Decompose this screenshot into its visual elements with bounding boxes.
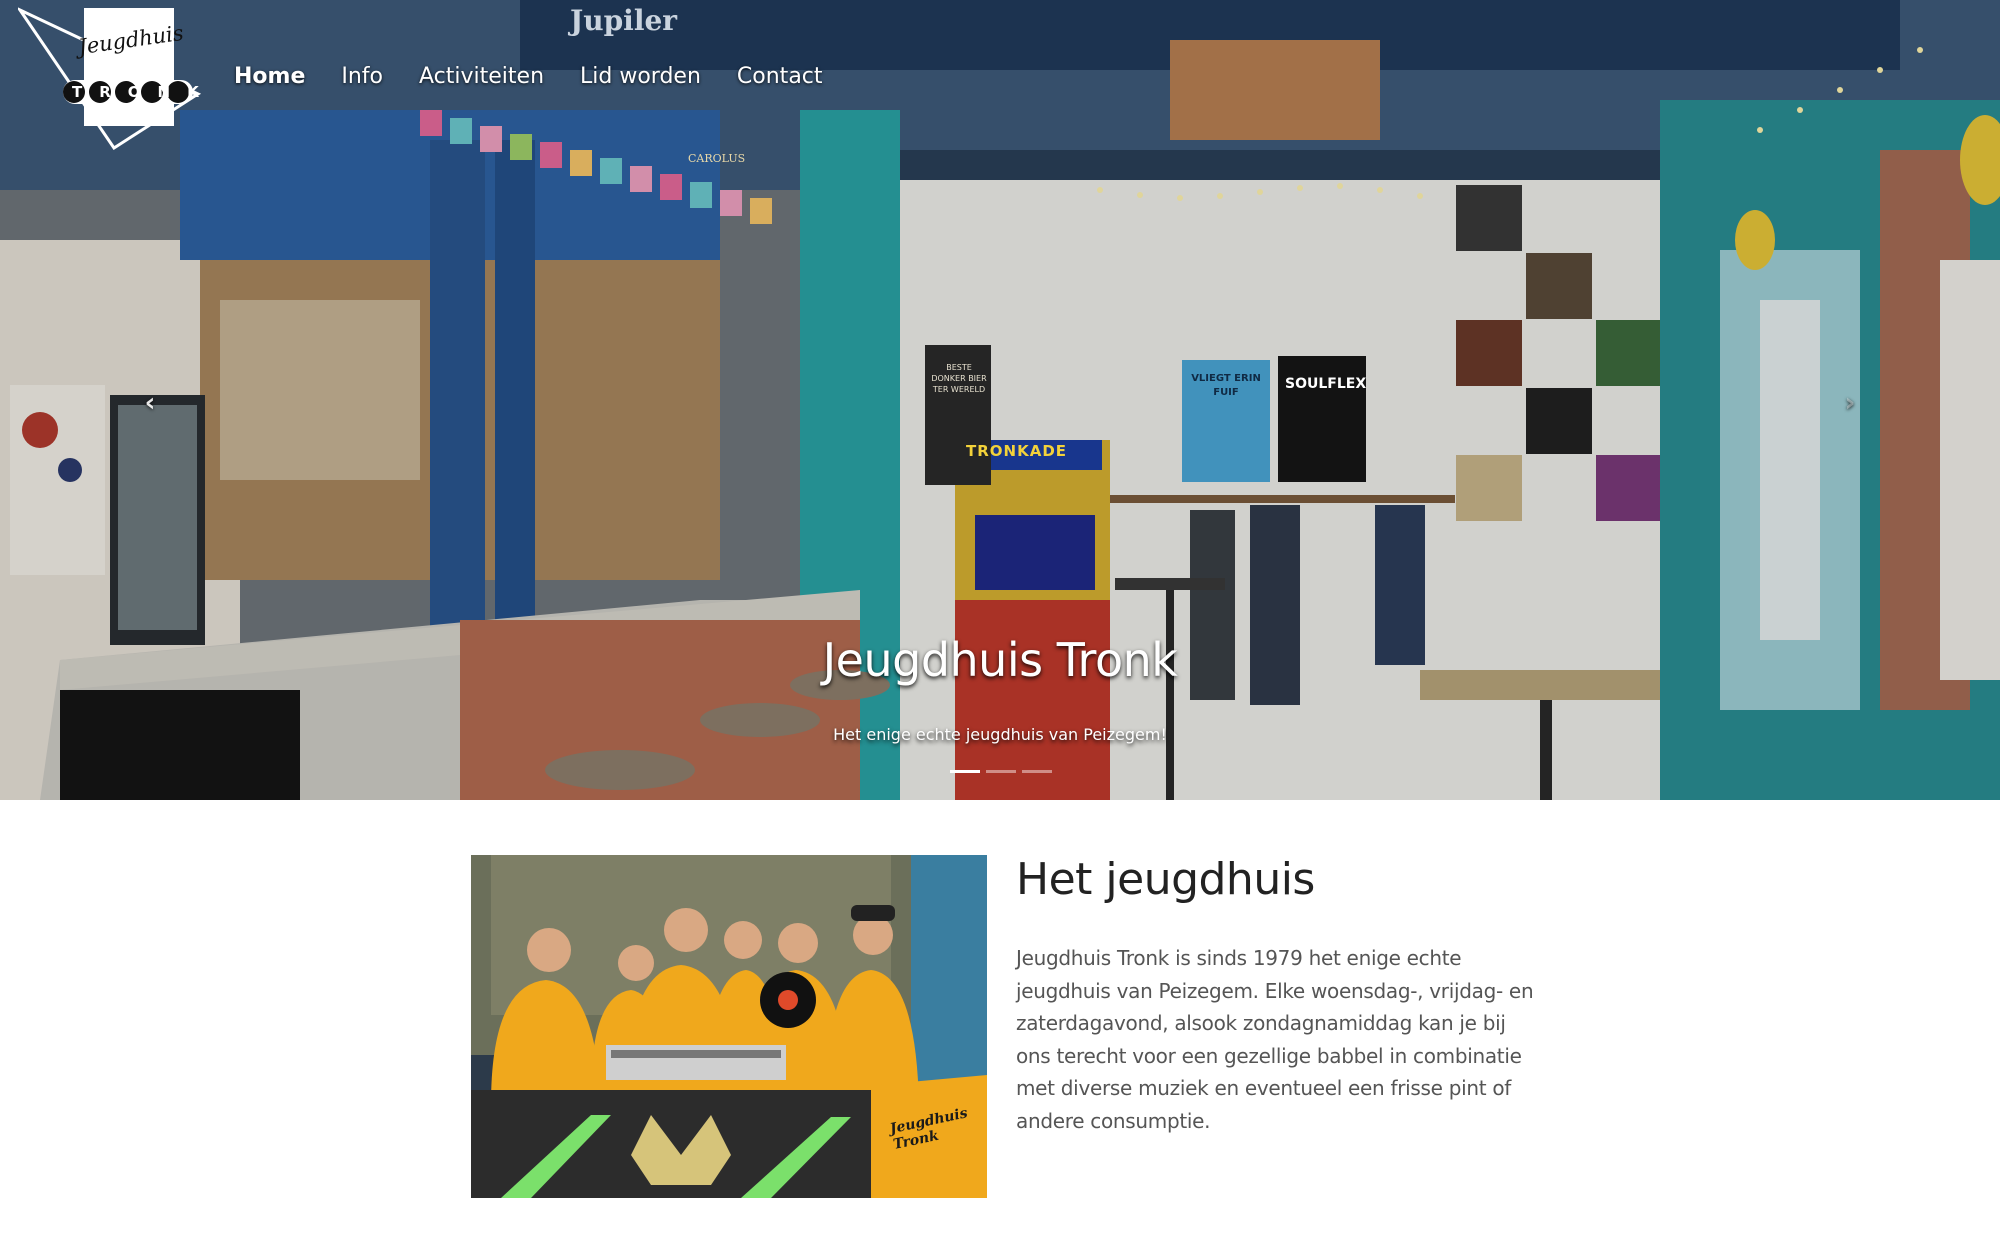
hero-title: Jeugdhuis Tronk <box>822 633 1178 687</box>
carousel-indicators <box>950 770 1052 773</box>
logo-tronk-text: TRONK <box>72 83 216 101</box>
nav-lid-worden[interactable]: Lid worden <box>562 62 719 92</box>
section-title: Het jeugdhuis <box>1016 854 1315 905</box>
carousel-indicator-3[interactable] <box>1022 770 1052 773</box>
nav-activiteiten[interactable]: Activiteiten <box>401 62 562 92</box>
hero-subtitle: Het enige echte jeugdhuis van Peizegem! <box>833 725 1167 744</box>
carousel-next-button[interactable]: › <box>1832 385 1868 421</box>
chevron-right-icon: › <box>1844 388 1856 418</box>
site-logo[interactable]: Jeugdhuis TRONK <box>15 6 216 151</box>
carousel-indicator-2[interactable] <box>986 770 1016 773</box>
carousel-indicator-1[interactable] <box>950 770 980 773</box>
main-menu: Home Info Activiteiten Lid worden Contac… <box>234 62 841 92</box>
chevron-left-icon: ‹ <box>144 388 156 418</box>
photo-poster-soulflex: SOULFLEX <box>1285 376 1367 392</box>
photo-sign-arcade: TRONKADE <box>966 442 1068 460</box>
nav-home[interactable]: Home <box>234 62 323 92</box>
section-description: Jeugdhuis Tronk is sinds 1979 het enige … <box>1016 946 1534 1133</box>
nav-info[interactable]: Info <box>323 62 401 92</box>
carousel-prev-button[interactable]: ‹ <box>132 385 168 421</box>
hero-carousel: Jupiler CAROLUS TRONKADE VLIEGT ERIN FUI… <box>0 0 2000 800</box>
photo-poster-vliegt: VLIEGT ERIN FUIF <box>1191 373 1261 398</box>
photo-poster-donker-bier: BESTE DONKER BIER TER WERELD <box>931 363 987 394</box>
top-navigation: Jeugdhuis TRONK Home Info Activiteiten L… <box>0 0 2000 160</box>
team-photo: Jeugdhuis Tronk <box>471 855 987 1198</box>
nav-contact[interactable]: Contact <box>719 62 841 92</box>
